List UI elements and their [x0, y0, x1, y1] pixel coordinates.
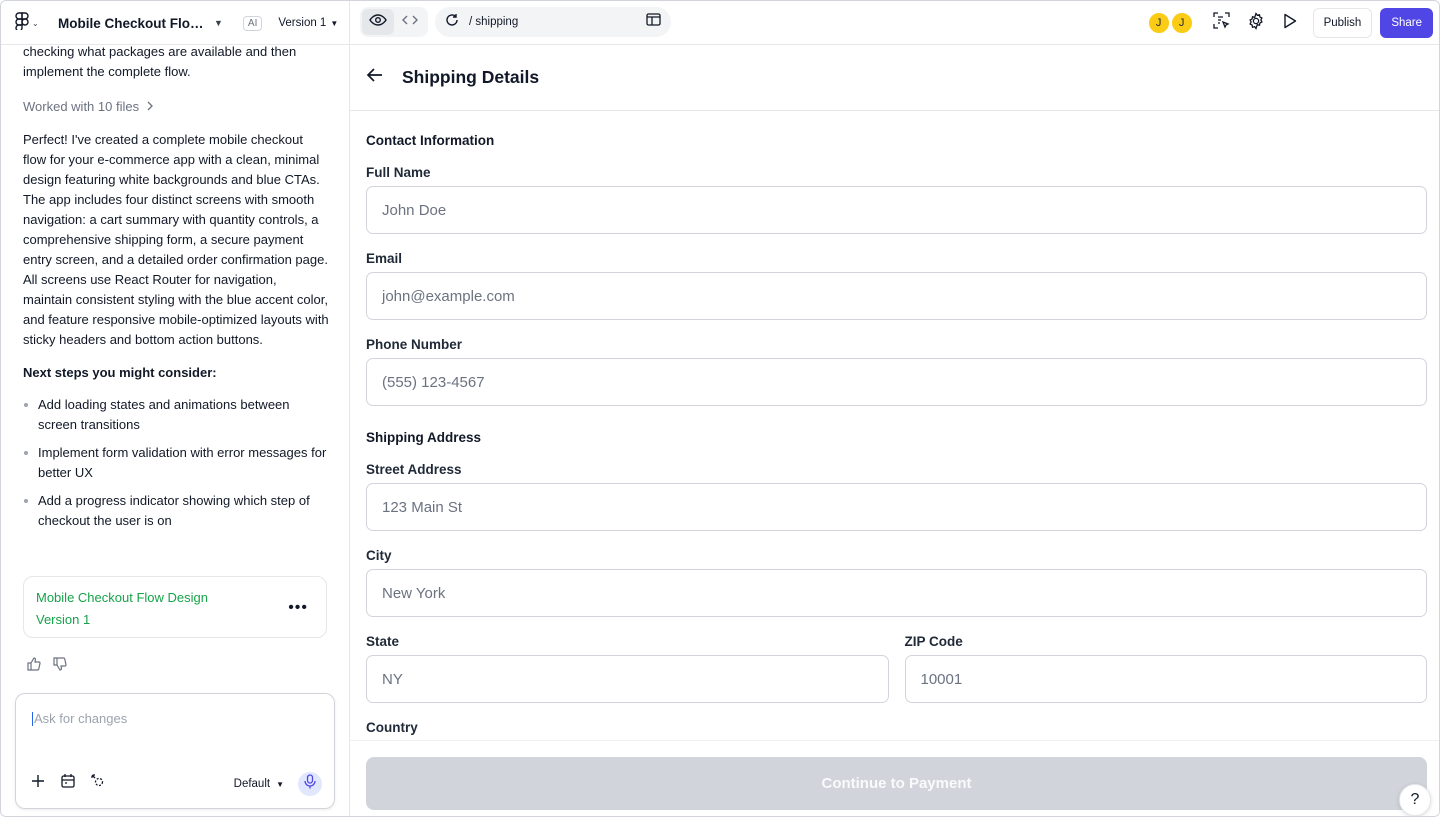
avatar[interactable]: J: [1147, 12, 1170, 34]
chat-messages[interactable]: checking what packages are available and…: [23, 44, 329, 539]
chat-summary: Perfect! I've created a complete mobile …: [23, 132, 329, 347]
new-tab-icon[interactable]: [646, 13, 661, 31]
version-card-title[interactable]: Mobile Checkout Flow Design: [36, 587, 314, 609]
chevron-down-icon: ▼: [330, 18, 339, 28]
state-field[interactable]: NY: [366, 655, 889, 703]
worked-files-toggle[interactable]: Worked with 10 files: [23, 99, 329, 114]
more-options-icon[interactable]: •••: [288, 599, 308, 617]
model-select[interactable]: Default ▼: [234, 778, 284, 790]
play-icon: [1283, 13, 1297, 34]
back-arrow-icon[interactable]: [366, 67, 384, 88]
page-header: Shipping Details: [350, 45, 1439, 111]
list-item: Add a progress indicator showing which s…: [23, 491, 329, 531]
eye-icon: [369, 13, 387, 31]
view-toggle: [360, 7, 428, 37]
ai-badge: AI: [242, 15, 263, 31]
preview-mode-button[interactable]: [362, 9, 394, 35]
city-field[interactable]: New York: [366, 569, 1427, 617]
code-mode-button[interactable]: [394, 9, 426, 35]
toolbar-right: J J Publish Share: [1147, 1, 1439, 45]
publish-button[interactable]: Publish: [1312, 8, 1373, 38]
state-label: State: [366, 634, 400, 649]
url-bar[interactable]: / shipping: [435, 7, 671, 37]
sticky-footer: Continue to Payment: [350, 740, 1439, 816]
gear-icon: [1247, 11, 1265, 35]
voice-input-button[interactable]: [298, 772, 322, 796]
app-menu-button[interactable]: ⌄: [15, 11, 45, 35]
zip-label: ZIP Code: [904, 634, 963, 649]
phone-label: Phone Number: [366, 337, 463, 352]
chevron-down-icon: ⌄: [32, 18, 39, 28]
chat-composer: Ask for changes Default ▼: [15, 693, 335, 809]
state-zip-row: State NY ZIP Code 10001: [366, 617, 1427, 703]
full-name-field[interactable]: John Doe: [366, 186, 1427, 234]
street-label: Street Address: [366, 462, 462, 477]
page-title: Shipping Details: [402, 67, 540, 87]
inspect-button[interactable]: [1205, 8, 1239, 38]
contact-section-title: Contact Information: [366, 133, 495, 148]
calendar-icon[interactable]: [60, 773, 76, 794]
project-header: ⌄ Mobile Checkout Flow ... ▼ AI Version …: [1, 1, 350, 45]
code-icon: [402, 13, 418, 31]
feedback-buttons: [27, 657, 67, 676]
settings-button[interactable]: [1239, 8, 1273, 38]
state-column: State NY: [366, 617, 889, 703]
email-field[interactable]: john@example.com: [366, 272, 1427, 320]
inspect-icon: [1213, 12, 1230, 34]
url-path: / shipping: [469, 16, 519, 28]
share-button[interactable]: Share: [1380, 8, 1433, 38]
app-window: ⌄ Mobile Checkout Flow ... ▼ AI Version …: [0, 0, 1440, 817]
model-label: Default: [233, 778, 271, 790]
chevron-right-icon: [147, 99, 154, 114]
version-card[interactable]: Mobile Checkout Flow Design Version 1 ••…: [23, 576, 327, 638]
composer-tools: [30, 773, 106, 794]
address-section-title: Shipping Address: [366, 430, 482, 445]
next-steps-list: Add loading states and animations betwee…: [23, 395, 329, 531]
thumbs-up-icon[interactable]: [27, 657, 41, 676]
figma-logo-icon: [15, 11, 29, 35]
street-field[interactable]: 123 Main St: [366, 483, 1427, 531]
version-label: Version 1: [278, 17, 327, 29]
city-label: City: [366, 548, 392, 563]
country-label: Country: [366, 720, 418, 735]
app-preview: Shipping Details Contact Information Ful…: [350, 45, 1439, 816]
next-steps-heading: Next steps you might consider:: [23, 365, 217, 380]
version-select[interactable]: Version 1 ▼: [278, 17, 338, 29]
thumbs-down-icon[interactable]: [53, 657, 67, 676]
avatar[interactable]: J: [1170, 12, 1193, 34]
zip-field[interactable]: 10001: [904, 655, 1427, 703]
email-label: Email: [366, 251, 403, 266]
run-button[interactable]: [1273, 8, 1307, 38]
list-item: Implement form validation with error mes…: [23, 443, 329, 483]
chat-intro-text: checking what packages are available and…: [23, 44, 297, 79]
list-item: Add loading states and animations betwee…: [23, 395, 329, 435]
project-title[interactable]: Mobile Checkout Flow ...: [58, 16, 208, 31]
help-button[interactable]: ?: [1399, 784, 1431, 816]
top-bar: ⌄ Mobile Checkout Flow ... ▼ AI Version …: [1, 1, 1439, 45]
chat-panel: checking what packages are available and…: [1, 44, 350, 816]
plus-icon[interactable]: [30, 773, 46, 794]
zip-column: ZIP Code 10001: [904, 617, 1427, 703]
version-card-subtitle: Version 1: [36, 612, 91, 627]
chevron-down-icon[interactable]: ▼: [214, 18, 223, 28]
sparkle-icon[interactable]: [90, 773, 106, 794]
shipping-form: Contact Information Full Name John Doe E…: [366, 133, 1427, 735]
continue-to-payment-button[interactable]: Continue to Payment: [366, 757, 1427, 810]
worked-files-label: Worked with 10 files: [23, 99, 140, 114]
chevron-down-icon: ▼: [276, 779, 284, 789]
full-name-label: Full Name: [366, 165, 431, 180]
chat-input[interactable]: Ask for changes: [32, 712, 127, 726]
phone-field[interactable]: (555) 123-4567: [366, 358, 1427, 406]
microphone-icon: [304, 774, 316, 794]
refresh-icon[interactable]: [445, 13, 459, 32]
